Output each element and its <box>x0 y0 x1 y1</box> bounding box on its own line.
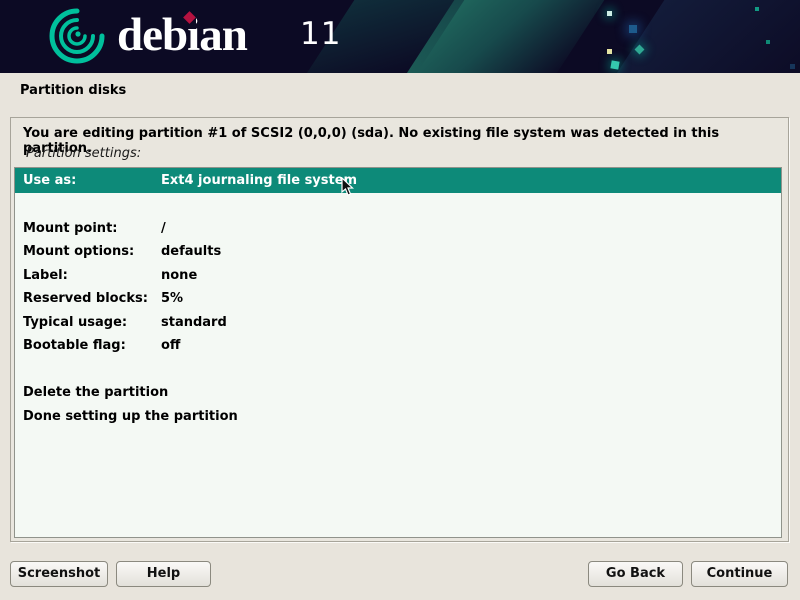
row-label: Done setting up the partition <box>23 405 238 429</box>
brand-wordmark: debian <box>117 8 247 62</box>
row-label: Label: <box>23 264 68 288</box>
row-value: defaults <box>161 240 221 264</box>
help-button[interactable]: Help <box>116 561 211 587</box>
row-label: Mount options: <box>23 240 134 264</box>
list-item-done-setting-up[interactable]: Done setting up the partition <box>15 405 781 429</box>
installer-screen: debian 11 Partition disks You are editin… <box>0 0 800 600</box>
list-item-spacer[interactable] <box>15 193 781 217</box>
list-item-mount-options[interactable]: Mount options: defaults <box>15 240 781 264</box>
go-back-button[interactable]: Go Back <box>588 561 683 587</box>
row-label: Delete the partition <box>23 381 168 405</box>
list-item-mount-point[interactable]: Mount point: / <box>15 217 781 241</box>
header-decoration-band <box>609 0 800 73</box>
row-value: none <box>161 264 197 288</box>
mouse-cursor <box>341 177 354 197</box>
list-item-typical-usage[interactable]: Typical usage: standard <box>15 311 781 335</box>
row-value: standard <box>161 311 227 335</box>
header-decoration-square <box>607 49 612 54</box>
header-decoration-square <box>607 11 612 16</box>
content-frame: You are editing partition #1 of SCSI2 (0… <box>10 117 789 542</box>
list-item-spacer[interactable] <box>15 358 781 382</box>
header-decoration-square <box>755 7 759 11</box>
row-value: Ext4 journaling file system <box>161 168 357 193</box>
list-item-use-as[interactable]: Use as: Ext4 journaling file system <box>15 168 781 193</box>
list-item-delete-partition[interactable]: Delete the partition <box>15 381 781 405</box>
row-value: 5% <box>161 287 183 311</box>
continue-button[interactable]: Continue <box>691 561 788 587</box>
row-value: off <box>161 334 180 358</box>
header-decoration-square <box>790 64 795 69</box>
partition-settings-list: Use as: Ext4 journaling file system Moun… <box>14 167 782 538</box>
row-label: Typical usage: <box>23 311 127 335</box>
row-label: Reserved blocks: <box>23 287 148 311</box>
version-number: 11 <box>300 16 341 52</box>
header-decoration-square <box>610 60 619 69</box>
screenshot-button[interactable]: Screenshot <box>10 561 108 587</box>
page-title: Partition disks <box>20 83 126 98</box>
partition-settings-label: Partition settings: <box>26 146 141 161</box>
row-value: / <box>161 217 166 241</box>
row-label: Bootable flag: <box>23 334 126 358</box>
list-item-label[interactable]: Label: none <box>15 264 781 288</box>
debian-swirl-logo <box>46 5 108 67</box>
header-decoration-square <box>629 25 637 33</box>
list-item-reserved-blocks[interactable]: Reserved blocks: 5% <box>15 287 781 311</box>
row-label: Use as: <box>23 168 76 193</box>
row-label: Mount point: <box>23 217 117 241</box>
list-item-bootable-flag[interactable]: Bootable flag: off <box>15 334 781 358</box>
header-decoration-square <box>766 40 770 44</box>
header-banner: debian 11 <box>0 0 800 73</box>
